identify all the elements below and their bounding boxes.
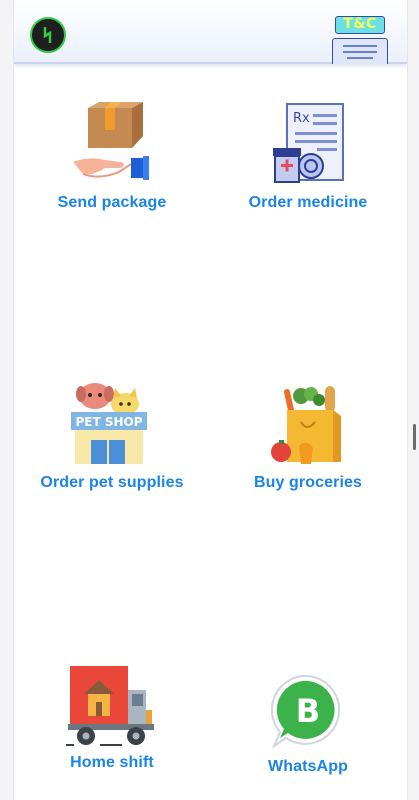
- grocery-bag-icon: [271, 386, 341, 464]
- terms-conditions-button[interactable]: T&C: [332, 16, 388, 64]
- screen: T&C Send package Rx Order medicine PET S…: [13, 0, 408, 800]
- moving-truck-icon: [66, 666, 154, 746]
- tile-label: Home shift: [70, 754, 154, 771]
- package-hand-icon: [73, 102, 149, 180]
- tile-home-shift[interactable]: Home shift: [14, 664, 210, 772]
- document-icon: [332, 38, 388, 64]
- tile-label: Send package: [57, 194, 167, 211]
- top-bar: T&C: [14, 0, 407, 64]
- tile-label: Order pet supplies: [40, 474, 184, 491]
- pet-shop-sign-text: PET SHOP: [75, 415, 142, 429]
- whatsapp-b-letter: B: [296, 692, 320, 730]
- tile-order-pet-supplies[interactable]: PET SHOP Order pet supplies: [14, 382, 210, 492]
- tile-whatsapp[interactable]: B WhatsApp: [210, 672, 406, 776]
- tile-label: Order medicine: [248, 194, 368, 211]
- tile-send-package[interactable]: Send package: [14, 102, 210, 212]
- prescription-medicine-icon: Rx: [273, 103, 344, 183]
- tile-label: WhatsApp: [268, 758, 348, 775]
- tnc-label: T&C: [335, 16, 385, 34]
- pet-shop-icon: PET SHOP: [71, 383, 147, 464]
- tile-buy-groceries[interactable]: Buy groceries: [210, 382, 406, 492]
- lightning-bolt-icon: [43, 27, 52, 43]
- rx-text: Rx: [293, 111, 310, 126]
- scrollbar[interactable]: [413, 424, 416, 450]
- whatsapp-business-icon: B: [270, 674, 341, 749]
- tile-order-medicine[interactable]: Rx Order medicine: [210, 102, 406, 212]
- app-logo-button[interactable]: [30, 17, 66, 53]
- tile-label: Buy groceries: [253, 474, 362, 491]
